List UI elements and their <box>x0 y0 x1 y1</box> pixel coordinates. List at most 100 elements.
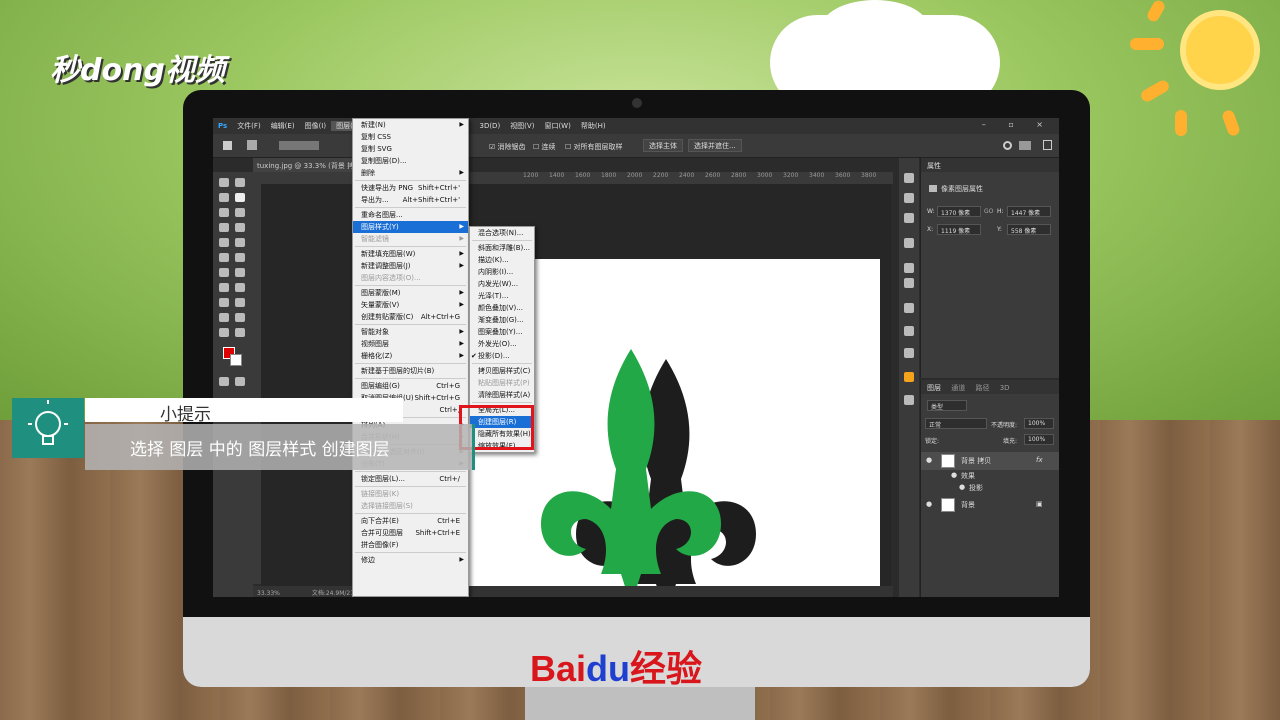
menu-item[interactable]: 拷贝图层样式(C) <box>470 365 534 377</box>
selection-mode-icon[interactable] <box>279 141 319 150</box>
healing-tool-icon[interactable] <box>235 223 245 232</box>
menu-item[interactable]: 合并可见图层 Shift+Ctrl+E <box>353 527 468 539</box>
frame-tool-icon[interactable] <box>235 208 245 217</box>
anti-alias-checkbox[interactable]: ☑ 消除锯齿 <box>489 142 526 152</box>
stamp-tool-icon[interactable] <box>235 238 245 247</box>
blur-tool-icon[interactable] <box>235 268 245 277</box>
menu-item[interactable]: 快速导出为 PNG Shift+Ctrl+' <box>353 182 468 194</box>
menu-item[interactable]: 清除图层样式(A) <box>470 389 534 401</box>
gradient-tool-icon[interactable] <box>219 268 229 277</box>
stamp-panel-icon[interactable] <box>904 348 914 358</box>
zoom-tool-icon[interactable] <box>219 328 229 337</box>
workspace-icon[interactable] <box>1019 141 1031 150</box>
menu-item[interactable]: 复制 CSS <box>353 131 468 143</box>
marquee-tool-icon[interactable] <box>235 178 245 187</box>
eye-icon[interactable]: ● <box>926 456 932 464</box>
menu-item[interactable]: 向下合并(E) Ctrl+E <box>353 515 468 527</box>
menu-item[interactable]: 渐变叠加(G)... <box>470 314 534 326</box>
more-tools-icon[interactable] <box>235 328 245 337</box>
menu-item[interactable]: 链接图层(K) <box>353 488 468 500</box>
character-panel-icon[interactable] <box>904 263 914 273</box>
select-subject-button[interactable]: 选择主体 <box>643 139 683 152</box>
tab-layers[interactable]: 图层 <box>927 384 941 392</box>
menu-item[interactable]: 视频图层 ▶ <box>353 338 468 350</box>
path-select-icon[interactable] <box>235 298 245 307</box>
menu-item[interactable]: 斜面和浮雕(B)... <box>470 242 534 254</box>
menu-item[interactable]: 智能对象 ▶ <box>353 326 468 338</box>
dodge-tool-icon[interactable] <box>219 283 229 292</box>
select-and-mask-button[interactable]: 选择并遮住... <box>688 139 742 152</box>
menu-3d[interactable]: 3D(D) <box>474 122 505 130</box>
zoom-readout[interactable]: 33.33% <box>257 590 280 597</box>
layer-kind-filter[interactable]: 类型 <box>927 400 967 411</box>
brush-panel-icon[interactable] <box>904 193 914 203</box>
menu-item[interactable]: 新建(N) ▶ <box>353 119 468 131</box>
drop-shadow-row[interactable]: ● 投影 <box>921 482 1059 494</box>
menu-item[interactable]: 新建基于图层的切片(B) <box>353 365 468 377</box>
menu-item[interactable]: 选择链接图层(S) <box>353 500 468 512</box>
width-field[interactable]: 1370 像素 <box>937 206 981 217</box>
menu-item[interactable]: 内阴影(I)... <box>470 266 534 278</box>
transform-panel-icon[interactable] <box>904 395 914 405</box>
quick-mask-icon[interactable] <box>219 377 229 386</box>
background-color-swatch[interactable] <box>230 354 242 366</box>
history-panel-icon[interactable] <box>904 173 914 183</box>
lasso-tool-icon[interactable] <box>219 193 229 202</box>
search-icon[interactable] <box>1003 141 1012 150</box>
menu-item[interactable]: 混合选项(N)... <box>470 227 534 239</box>
adjust-panel-icon[interactable] <box>904 213 914 223</box>
menu-file[interactable]: 文件(F) <box>232 121 266 131</box>
menu-view[interactable]: 视图(V) <box>505 121 539 131</box>
people-panel-icon[interactable] <box>904 238 914 248</box>
opacity-field[interactable]: 100% <box>1024 418 1054 429</box>
magic-wand-icon[interactable] <box>247 140 257 150</box>
paragraph-panel-icon[interactable] <box>904 278 914 288</box>
menu-item[interactable]: 锁定图层(L)... Ctrl+/ <box>353 473 468 485</box>
layer-row[interactable]: ● 背景 ▣ <box>921 496 1059 514</box>
eye-icon[interactable]: ● <box>951 471 957 479</box>
contiguous-checkbox[interactable]: ☐ 连续 <box>533 142 556 152</box>
history-brush-icon[interactable] <box>219 253 229 262</box>
menu-item[interactable]: 删除 ▶ <box>353 167 468 179</box>
tab-channels[interactable]: 通道 <box>951 384 965 392</box>
tab-paths[interactable]: 路径 <box>975 384 989 392</box>
3d-panel-icon[interactable] <box>904 326 914 336</box>
layer-row[interactable]: ● 背景 拷贝 fx <box>921 452 1059 470</box>
menu-window[interactable]: 窗口(W) <box>539 121 575 131</box>
home-icon[interactable] <box>223 141 232 150</box>
crop-tool-icon[interactable] <box>219 208 229 217</box>
menu-item[interactable]: 图案叠加(Y)... <box>470 326 534 338</box>
menu-item[interactable]: 内发光(W)... <box>470 278 534 290</box>
brush-tool-icon[interactable] <box>219 238 229 247</box>
menu-item[interactable]: 复制 SVG <box>353 143 468 155</box>
menu-item[interactable]: 图层内容选项(O)... <box>353 272 468 284</box>
menu-item[interactable]: 导出为... Alt+Shift+Ctrl+' <box>353 194 468 206</box>
type-tool-icon[interactable] <box>219 298 229 307</box>
screen-mode-icon[interactable] <box>235 377 245 386</box>
fill-field[interactable]: 100% <box>1024 434 1054 445</box>
sample-all-checkbox[interactable]: ☐ 对所有图层取样 <box>565 142 623 152</box>
menu-item[interactable]: 创建剪贴蒙版(C) Alt+Ctrl+G <box>353 311 468 323</box>
menu-edit[interactable]: 编辑(E) <box>266 121 300 131</box>
menu-item[interactable]: 矢量蒙版(V) ▶ <box>353 299 468 311</box>
eye-icon[interactable]: ● <box>926 500 932 508</box>
menu-item[interactable]: 新建调整图层(J) ▶ <box>353 260 468 272</box>
menu-item[interactable]: 图层编组(G) Ctrl+G <box>353 380 468 392</box>
hand-tool-icon[interactable] <box>235 313 245 322</box>
shape-tool-icon[interactable] <box>219 313 229 322</box>
blend-mode-select[interactable]: 正常 <box>925 418 987 429</box>
menu-item[interactable]: 粘贴图层样式(P) <box>470 377 534 389</box>
eraser-tool-icon[interactable] <box>235 253 245 262</box>
pen-tool-icon[interactable] <box>235 283 245 292</box>
menu-item[interactable]: 智能滤镜 ▶ <box>353 233 468 245</box>
tab-3d[interactable]: 3D <box>1000 384 1010 392</box>
window-controls[interactable]: – ▫ × <box>982 120 1053 129</box>
eyedropper-tool-icon[interactable] <box>219 223 229 232</box>
menu-item[interactable]: 复制图层(D)... <box>353 155 468 167</box>
y-field[interactable]: 558 像素 <box>1007 224 1051 235</box>
move-tool-icon[interactable] <box>219 178 229 187</box>
eye-icon[interactable]: ● <box>959 483 965 491</box>
fx-icon[interactable]: fx <box>1036 456 1043 464</box>
height-field[interactable]: 1447 像素 <box>1007 206 1051 217</box>
magic-wand-tool-icon[interactable] <box>235 193 245 202</box>
